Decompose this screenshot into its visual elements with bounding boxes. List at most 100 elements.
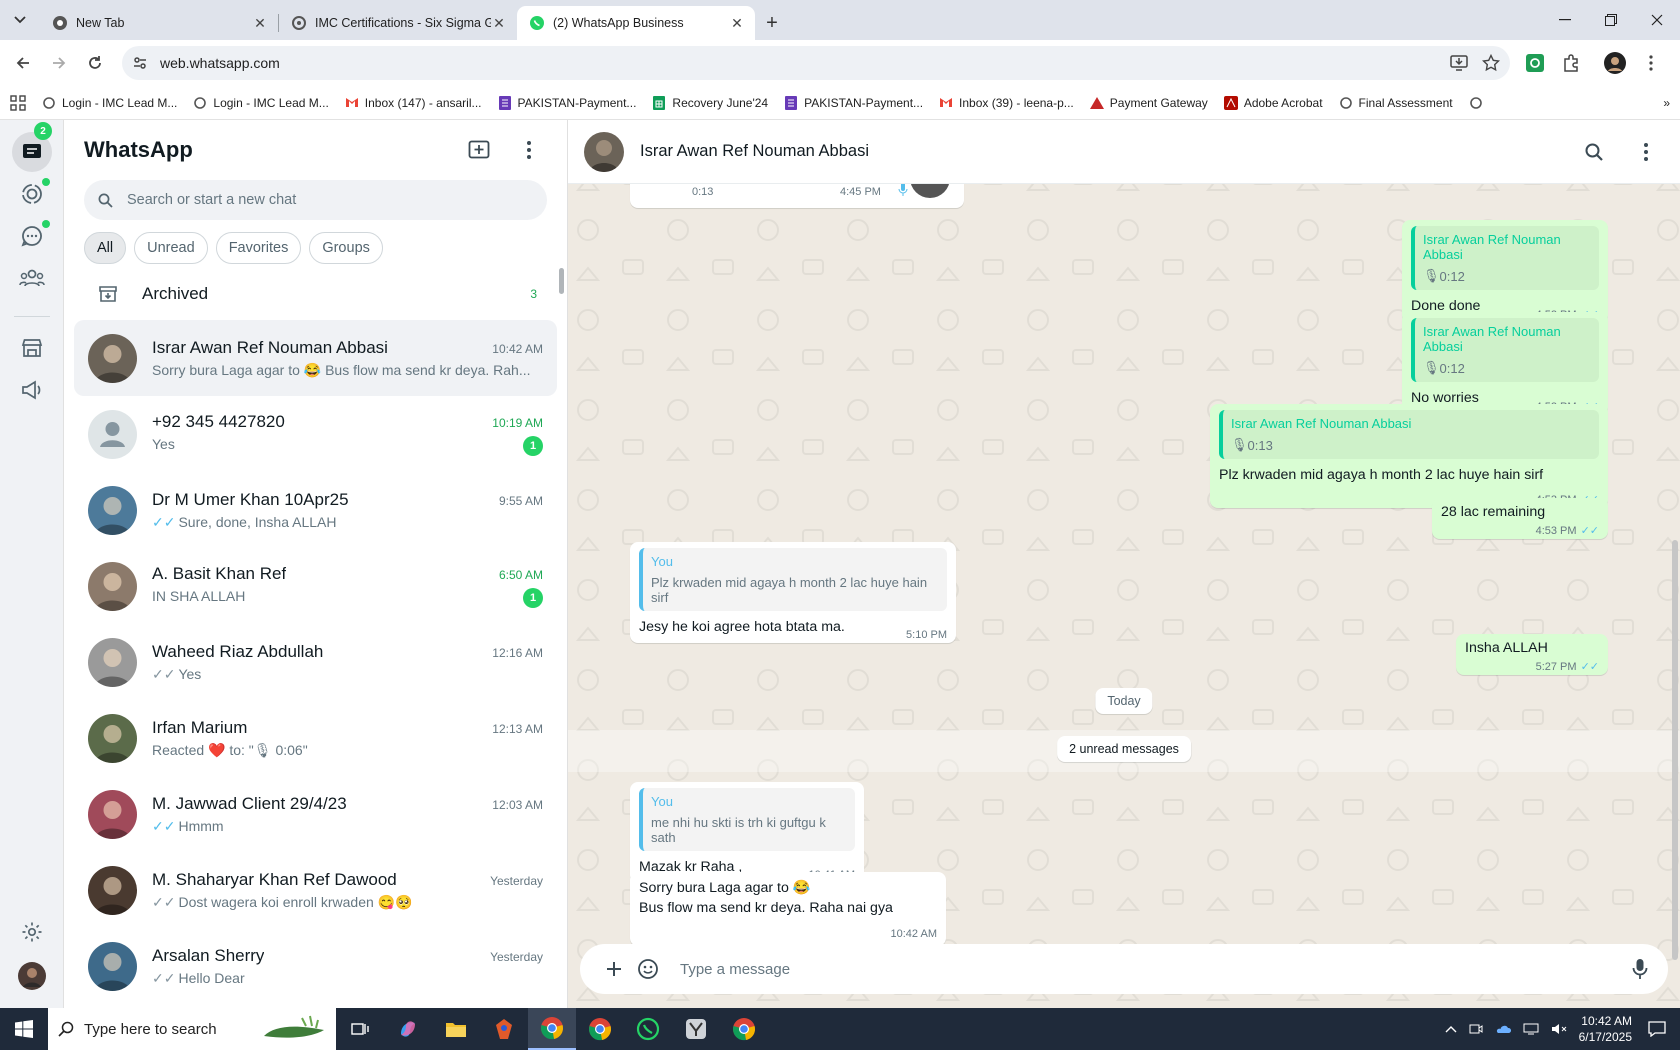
messages-scrollbar[interactable] <box>1672 540 1678 960</box>
tab-imc-certifications[interactable]: IMC Certifications - Six Sigma G ✕ <box>279 6 517 40</box>
bookmark-item[interactable]: Login - IMC Lead M... <box>42 96 177 110</box>
minimize-icon[interactable] <box>1542 0 1588 40</box>
bookmark-item[interactable]: Payment Gateway <box>1089 96 1208 110</box>
quoted-reply[interactable]: Israr Awan Ref Nouman Abbasi 🎙 0:12 <box>1411 318 1599 382</box>
whatsapp-taskbar-icon[interactable] <box>624 1008 672 1050</box>
tab-whatsapp-business[interactable]: (2) WhatsApp Business ✕ <box>517 6 755 40</box>
restore-icon[interactable] <box>1588 0 1634 40</box>
new-chat-icon[interactable] <box>461 132 497 168</box>
filter-all[interactable]: All <box>84 232 127 264</box>
chat-list-item[interactable]: Dr M Umer Khan 10Apr25 9:55 AM ✓✓ Sure, don… <box>74 472 557 548</box>
incoming-message[interactable]: You Plz krwaden mid agaya h month 2 lac … <box>630 542 956 643</box>
file-explorer-icon[interactable] <box>432 1008 480 1050</box>
chrome-profile-taskbar-icon[interactable] <box>576 1008 624 1050</box>
task-view-icon[interactable] <box>336 1008 384 1050</box>
tab-new-tab[interactable]: New Tab ✕ <box>40 6 278 40</box>
chat-list-item[interactable]: Arsalan Sherry Yesterday ✓✓ Hello Dear <box>74 928 557 1004</box>
profile-avatar-icon[interactable] <box>1600 48 1630 78</box>
bookmark-item[interactable]: Recovery June'24 <box>652 95 768 110</box>
bookmark-item[interactable]: Adobe Acrobat <box>1223 95 1323 110</box>
close-tab-icon[interactable]: ✕ <box>729 15 745 32</box>
windows-start-icon[interactable] <box>0 1008 48 1050</box>
outgoing-message[interactable]: Insha ALLAH 5:27 PM ✓✓ <box>1456 634 1608 675</box>
outgoing-message[interactable]: Israr Awan Ref Nouman Abbasi 🎙 0:13 Plz k… <box>1210 404 1608 508</box>
chat-avatar[interactable] <box>88 485 137 535</box>
sticker-emoji-icon[interactable] <box>634 955 662 983</box>
chat-list-item[interactable]: M. Shaharyar Khan Ref Dawood Yesterday ✓✓ D… <box>74 852 557 928</box>
catalog-store-icon[interactable] <box>12 328 52 368</box>
url-text[interactable]: web.whatsapp.com <box>160 55 1436 71</box>
close-window-icon[interactable] <box>1634 0 1680 40</box>
onedrive-icon[interactable] <box>1495 1024 1511 1034</box>
communities-icon[interactable] <box>12 258 52 298</box>
taskbar-search-box[interactable]: Type here to search <box>48 1008 336 1050</box>
chat-avatar[interactable] <box>88 561 137 611</box>
chrome-taskbar-icon[interactable] <box>528 1008 576 1050</box>
chat-list-item[interactable]: Irfan Marium 12:13 AM Reacted ❤️ to: "🎙 0:… <box>74 700 557 776</box>
meet-now-icon[interactable] <box>1469 1023 1483 1035</box>
back-arrow-icon[interactable] <box>8 48 38 78</box>
network-icon[interactable] <box>1523 1023 1539 1035</box>
filter-groups[interactable]: Groups <box>309 232 383 264</box>
chat-avatar[interactable] <box>88 865 137 915</box>
bookmark-item[interactable]: Inbox (39) - leena-p... <box>939 96 1074 110</box>
advertise-megaphone-icon[interactable] <box>12 370 52 410</box>
outgoing-message[interactable]: Israr Awan Ref Nouman Abbasi 🎙 0:12 No wo… <box>1402 312 1608 415</box>
quoted-reply[interactable]: You Plz krwaden mid agaya h month 2 lac … <box>639 548 947 611</box>
chat-list-item[interactable]: A. Basit Khan Ref 6:50 AM IN SHA ALLAH 1 <box>74 548 557 624</box>
outgoing-message[interactable]: Israr Awan Ref Nouman Abbasi 🎙 0:12 Done … <box>1402 220 1608 323</box>
chat-avatar[interactable] <box>88 941 137 991</box>
notifications-icon[interactable] <box>1648 1021 1666 1037</box>
filter-favorites[interactable]: Favorites <box>215 232 302 264</box>
chat-search-input[interactable]: Search or start a new chat <box>84 180 547 220</box>
bookmark-item[interactable]: Final Assessment <box>1339 96 1453 110</box>
apps-grid-icon[interactable] <box>10 94 26 111</box>
attach-plus-icon[interactable] <box>600 955 628 983</box>
chrome-taskbar-icon-2[interactable] <box>720 1008 768 1050</box>
browser-menu-icon[interactable] <box>1636 48 1666 78</box>
bookmark-imc-icon-only[interactable] <box>1469 96 1483 110</box>
voice-record-mic-icon[interactable] <box>1626 955 1654 983</box>
chat-list-item[interactable]: M. Jawwad Client 29/4/23 12:03 AM ✓✓ Hmmm <box>74 776 557 852</box>
chat-list-item[interactable]: Waheed Riaz Abdullah 12:16 AM ✓✓ Yes <box>74 624 557 700</box>
tray-chevron-up-icon[interactable] <box>1445 1025 1457 1033</box>
bookmark-item[interactable]: Login - IMC Lead M... <box>193 96 329 110</box>
close-tab-icon[interactable]: ✕ <box>252 15 268 32</box>
chat-avatar[interactable] <box>88 789 137 839</box>
search-in-chat-icon[interactable] <box>1576 134 1612 170</box>
message-input[interactable]: Type a message <box>680 961 1620 978</box>
incoming-message[interactable]: You me nhi hu skti is trh ki guftgu k sa… <box>630 782 864 883</box>
chat-menu-kebab-icon[interactable] <box>1628 134 1664 170</box>
pinned-app-2-icon[interactable] <box>672 1008 720 1050</box>
chat-list-item[interactable]: Israr Awan Ref Nouman Abbasi 10:42 AM Sorr… <box>74 320 557 396</box>
chat-avatar[interactable] <box>88 409 137 459</box>
chat-list-item[interactable]: +92 345 4427820 10:19 AM Yes 1 <box>74 396 557 472</box>
install-app-icon[interactable] <box>1450 55 1468 71</box>
extension-green-icon[interactable] <box>1520 48 1550 78</box>
chat-list-scrollbar[interactable] <box>559 268 564 294</box>
forward-arrow-icon[interactable] <box>44 48 74 78</box>
outgoing-message[interactable]: 28 lac remaining 4:53 PM ✓✓ <box>1432 498 1608 539</box>
quoted-reply[interactable]: You me nhi hu skti is trh ki guftgu k sa… <box>639 788 855 851</box>
incoming-message[interactable]: Sorry bura Laga agar to 😂 Bus flow ma se… <box>630 872 946 946</box>
site-settings-icon[interactable] <box>132 55 148 71</box>
contact-name[interactable]: Israr Awan Ref Nouman Abbasi <box>640 142 1560 161</box>
bookmark-item[interactable]: PAKISTAN-Payment... <box>784 95 923 110</box>
copilot-icon[interactable] <box>384 1008 432 1050</box>
bookmark-star-icon[interactable] <box>1482 54 1500 72</box>
reload-icon[interactable] <box>80 48 110 78</box>
more-bookmarks-chevron-icon[interactable]: » <box>1663 96 1670 110</box>
bookmark-item[interactable]: PAKISTAN-Payment... <box>498 95 636 110</box>
settings-gear-icon[interactable] <box>12 912 52 952</box>
chat-avatar[interactable] <box>88 713 137 763</box>
taskbar-clock[interactable]: 10:42 AM 6/17/2025 <box>1579 1013 1632 1045</box>
menu-kebab-icon[interactable] <box>511 132 547 168</box>
chat-avatar[interactable] <box>88 637 137 687</box>
new-tab-plus-icon[interactable]: + <box>755 6 789 40</box>
volume-muted-icon[interactable] <box>1551 1023 1567 1035</box>
chat-avatar[interactable] <box>88 333 137 383</box>
contact-avatar[interactable] <box>584 131 624 172</box>
filter-unread[interactable]: Unread <box>134 232 208 264</box>
quoted-reply[interactable]: Israr Awan Ref Nouman Abbasi 🎙 0:13 <box>1219 410 1599 459</box>
address-bar[interactable]: web.whatsapp.com <box>122 46 1510 80</box>
